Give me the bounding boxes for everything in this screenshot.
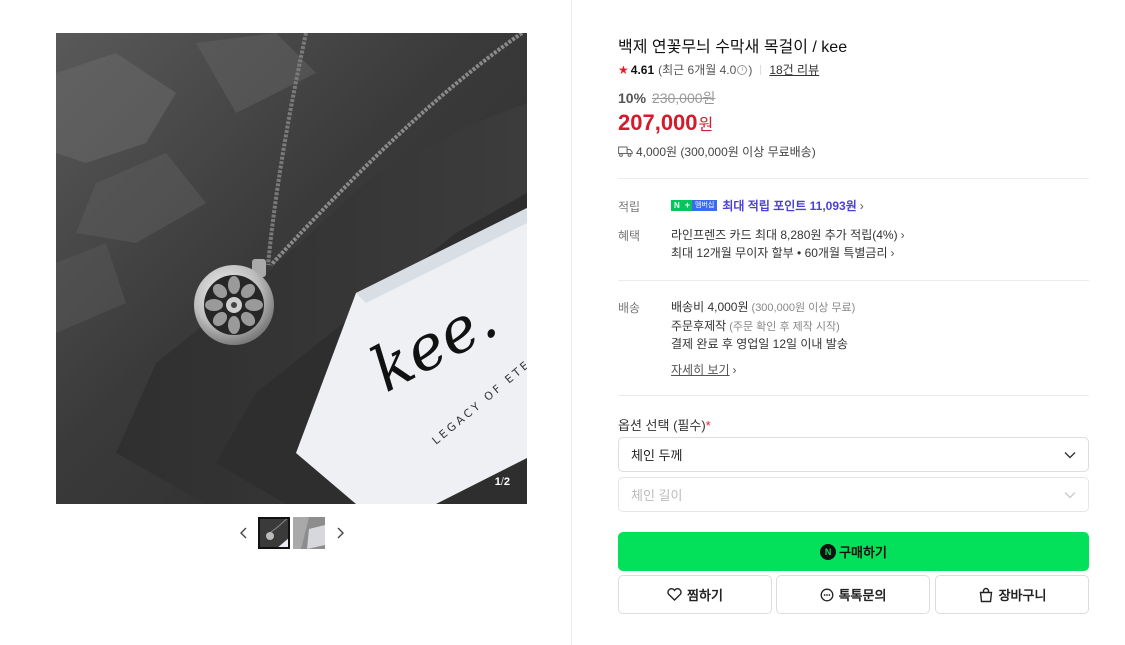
necklace-photo: kee. LEGACY OF ETER (56, 33, 527, 504)
shipping-summary-text: 4,000원 (300,000원 이상 무료배송) (636, 145, 816, 159)
product-title: 백제 연꽃무늬 수막새 목걸이 / kee (618, 39, 848, 56)
review-count-link[interactable]: 18건 리뷰 (769, 61, 819, 78)
chevron-right-icon: › (900, 227, 905, 242)
talk-button[interactable]: 톡톡문의 (776, 575, 930, 614)
chain-length-value: 체인 길이 (631, 488, 683, 503)
image-counter-current: 1 (494, 476, 501, 488)
chevron-down-icon (1064, 491, 1076, 498)
price-unit: 원 (698, 117, 714, 134)
benefit-installment-line[interactable]: 최대 12개월 무이자 할부 • 60개월 특별금리 › (671, 244, 895, 261)
truck-icon (618, 146, 633, 157)
rating-recent-end: ) (748, 62, 753, 77)
option-title: 옵션 선택 (필수)* (618, 415, 711, 434)
chevron-right-icon: › (890, 245, 895, 260)
max-points-link[interactable]: 최대 적립 포인트 11,093원 (722, 197, 856, 214)
npay-membership-badge: N + 멤버십 (671, 200, 718, 211)
cart-button-label: 장바구니 (998, 588, 1047, 603)
chevron-left-icon (240, 527, 247, 538)
thumbnail-1-image (258, 516, 290, 549)
thumb-next-button[interactable] (333, 516, 347, 549)
delivery-fee: 배송비 4,000원 (671, 300, 749, 314)
discount-rate: 10% (618, 90, 647, 106)
npay-badge-n: N (671, 200, 683, 211)
delivery-fee-line: 배송비 4,000원 (300,000원 이상 무료) (671, 298, 855, 315)
benefit-label: 혜택 (618, 229, 641, 243)
npay-badge-plus: + (682, 200, 693, 211)
benefit-installment-text: 최대 12개월 무이자 할부 • 60개월 특별금리 (671, 246, 888, 260)
dispatch-line: 결제 완료 후 영업일 12일 이내 발송 (671, 335, 848, 352)
wish-button-label: 찜하기 (687, 588, 723, 603)
original-price: 230,000원 (651, 90, 716, 106)
points-label: 적립 (618, 200, 641, 214)
chevron-right-icon: › (859, 198, 864, 213)
bag-icon (979, 587, 992, 602)
chevron-down-icon (1064, 451, 1076, 458)
delivery-fee-note: (300,000원 이상 무료) (751, 301, 856, 314)
benefit-card-line[interactable]: 라인프렌즈 카드 최대 8,280원 추가 적립(4%) › (671, 226, 905, 243)
divider (618, 280, 1089, 281)
thumb-prev-button[interactable] (237, 516, 251, 549)
buy-button-label: 구매하기 (839, 545, 887, 560)
image-counter: 1/2 (495, 476, 510, 488)
made-to-order: 주문후제작 (671, 319, 727, 333)
delivery-detail-line[interactable]: 자세히 보기 › (671, 361, 737, 378)
discount-row: 10% 230,000원 (618, 88, 715, 108)
divider (618, 395, 1089, 396)
image-counter-separator: / (500, 476, 504, 488)
delivery-detail-link[interactable]: 자세히 보기 (671, 361, 730, 378)
buy-button[interactable]: N 구매하기 (618, 532, 1089, 571)
dispatch-text: 결제 완료 후 영업일 12일 이내 발송 (671, 337, 848, 351)
star-icon: ★ (618, 62, 629, 77)
chain-thickness-value: 체인 두께 (631, 448, 683, 463)
panel-divider (571, 0, 572, 645)
chevron-right-icon: › (732, 362, 737, 377)
chain-thickness-select[interactable]: 체인 두께 (618, 437, 1089, 472)
image-counter-total: 2 (503, 476, 510, 488)
thumbnail-1[interactable] (258, 516, 290, 549)
info-icon[interactable]: i (737, 64, 748, 75)
shipping-summary: 4,000원 (300,000원 이상 무료배송) (618, 143, 816, 160)
thumbnail-strip (237, 516, 347, 549)
price-row: 207,000원 (618, 110, 713, 136)
sale-price: 207,000 (618, 110, 698, 135)
option-title-text: 옵션 선택 (필수) (618, 418, 706, 433)
npay-badge-membership: 멤버십 (692, 200, 718, 211)
rating-recent: (최근 6개월 4.0 (658, 63, 737, 77)
thumbnail-2[interactable] (293, 516, 325, 549)
npay-icon: N (820, 543, 837, 560)
delivery-label: 배송 (618, 301, 641, 315)
made-to-order-note: (주문 확인 후 제작 시작) (729, 320, 840, 333)
chat-icon (820, 588, 834, 601)
rating-row: ★ 4.61 (최근 6개월 4.0 i ) 18건 리뷰 (618, 61, 819, 78)
thumbnail-2-image (293, 516, 325, 549)
heart-icon (667, 588, 682, 601)
required-mark: * (705, 418, 711, 433)
cart-button[interactable]: 장바구니 (935, 575, 1089, 614)
divider (618, 178, 1089, 179)
chain-length-select[interactable]: 체인 길이 (618, 477, 1089, 512)
separator (760, 64, 762, 75)
product-main-image[interactable]: kee. LEGACY OF ETER 1/2 (56, 33, 527, 504)
made-to-order-line: 주문후제작 (주문 확인 후 제작 시작) (671, 317, 840, 334)
points-line[interactable]: N + 멤버십 최대 적립 포인트 11,093원 › (671, 197, 864, 214)
wish-button[interactable]: 찜하기 (618, 575, 772, 614)
talk-button-label: 톡톡문의 (838, 588, 887, 603)
rating-score: 4.61 (630, 62, 655, 77)
chevron-right-icon (337, 527, 344, 538)
benefit-card-text: 라인프렌즈 카드 최대 8,280원 추가 적립(4%) (671, 228, 898, 242)
